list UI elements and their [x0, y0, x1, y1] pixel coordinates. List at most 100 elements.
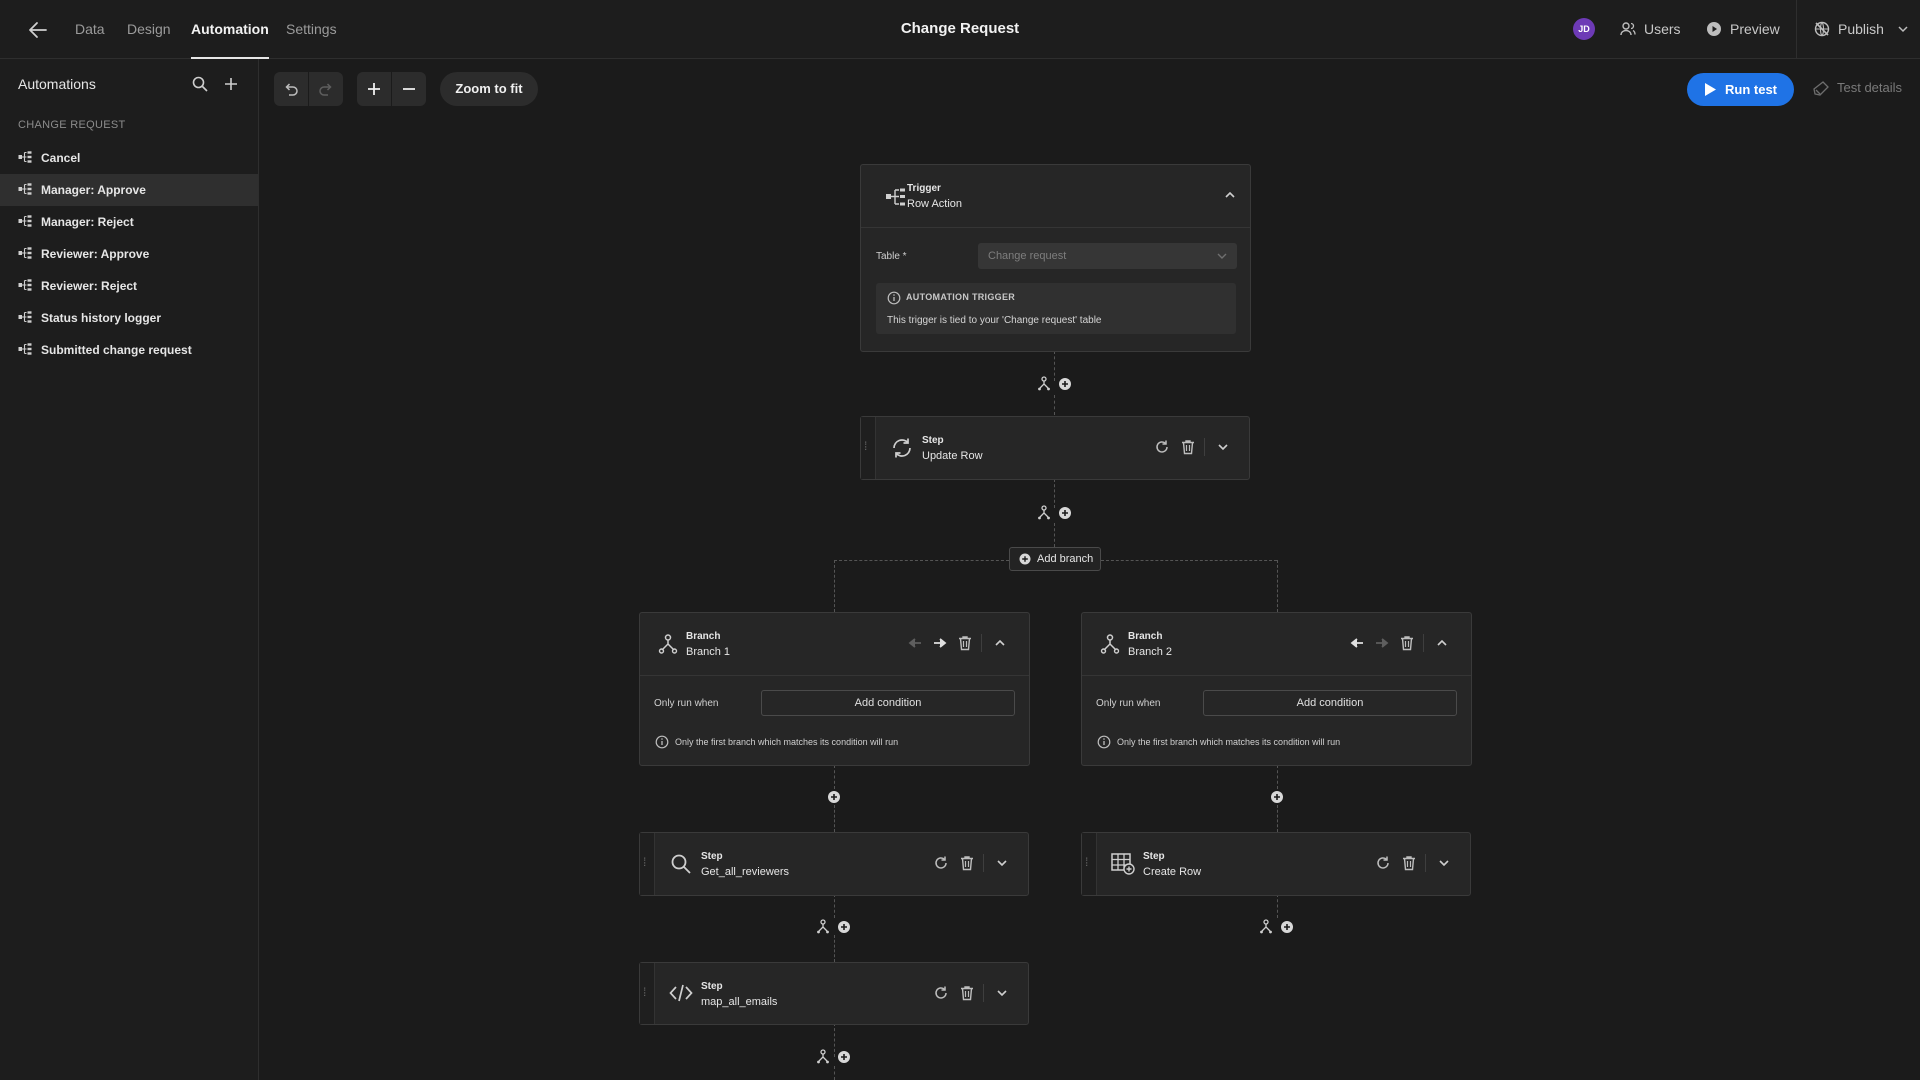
zoom-in-button[interactable] [357, 72, 391, 106]
step-card-map-all-emails[interactable]: Step map_all_emails [639, 962, 1029, 1025]
rerun-step-button[interactable] [1153, 438, 1171, 456]
delete-branch-button[interactable] [956, 634, 974, 652]
delete-branch-button[interactable] [1398, 634, 1416, 652]
preview-button[interactable]: Preview [1706, 18, 1796, 40]
sidebar-item-manager-reject[interactable]: Manager: Reject [0, 206, 258, 238]
tab-design[interactable]: Design [127, 0, 171, 58]
delete-step-button[interactable] [1179, 438, 1197, 456]
rotate-icon [1377, 856, 1389, 869]
branch-card-header[interactable]: Branch Branch 2 [1082, 613, 1471, 675]
sidebar-item-cancel[interactable]: Cancel [0, 142, 258, 174]
card-divider [861, 227, 1250, 228]
tab-settings[interactable]: Settings [286, 0, 337, 58]
branch-icon [817, 919, 829, 934]
add-condition-button[interactable]: Add condition [1203, 690, 1457, 716]
users-label: Users [1644, 21, 1681, 37]
connector-line [1054, 395, 1055, 415]
move-right-button[interactable] [1373, 634, 1391, 652]
only-run-when-label: Only run when [654, 698, 719, 709]
connector-line [1277, 894, 1278, 918]
connector-line [1054, 523, 1055, 547]
delete-step-button[interactable] [1400, 854, 1418, 872]
delete-step-button[interactable] [958, 984, 976, 1002]
sidebar-item-reviewer-approve[interactable]: Reviewer: Approve [0, 238, 258, 270]
table-select[interactable]: Change request [978, 243, 1237, 269]
add-step-button[interactable] [835, 1048, 853, 1066]
expand-button[interactable] [993, 854, 1011, 872]
tab-automation[interactable]: Automation [191, 0, 269, 59]
zoom-to-fit-button[interactable]: Zoom to fit [440, 72, 538, 106]
connector-line [834, 1066, 835, 1080]
collapse-button[interactable] [1433, 634, 1451, 652]
publish-label: Publish [1838, 21, 1884, 37]
branch-icon [1038, 376, 1050, 391]
plus-circle-icon [1281, 921, 1293, 933]
branch-card-header[interactable]: Branch Branch 1 [640, 613, 1029, 675]
rerun-step-button[interactable] [932, 854, 950, 872]
trigger-card-header[interactable]: Trigger Row Action [861, 165, 1250, 227]
add-step-button[interactable] [826, 789, 842, 805]
sidebar-item-manager-approve[interactable]: Manager: Approve [0, 174, 258, 206]
rerun-step-button[interactable] [932, 984, 950, 1002]
zoom-out-button[interactable] [392, 72, 426, 106]
sidebar-item-label: Submitted change request [41, 343, 192, 357]
collapse-button[interactable] [991, 634, 1009, 652]
sidebar-item-status-history-logger[interactable]: Status history logger [0, 302, 258, 334]
expand-button[interactable] [1435, 854, 1453, 872]
move-right-button[interactable] [931, 634, 949, 652]
branch-note: Only the first branch which matches its … [675, 737, 899, 747]
tab-data[interactable]: Data [75, 0, 105, 58]
delete-step-button[interactable] [958, 854, 976, 872]
add-branch-node-button[interactable] [1035, 504, 1053, 522]
undo-button[interactable] [274, 72, 308, 106]
add-step-button[interactable] [1056, 504, 1074, 522]
add-branch-node-button[interactable] [814, 918, 832, 936]
branch-icon [1100, 634, 1120, 654]
node-controls [814, 918, 854, 936]
node-controls [1035, 504, 1075, 522]
history-controls [274, 72, 343, 106]
step-card-get-all-reviewers[interactable]: Step Get_all_reviewers [639, 832, 1029, 896]
redo-button[interactable] [309, 72, 343, 106]
add-branch-node-button[interactable] [1035, 375, 1053, 393]
sidebar-item-reviewer-reject[interactable]: Reviewer: Reject [0, 270, 258, 302]
collapse-button[interactable] [1221, 186, 1239, 204]
connector-line [834, 765, 835, 789]
search-button[interactable] [191, 75, 209, 93]
add-step-button[interactable] [835, 918, 853, 936]
avatar[interactable]: JD [1573, 18, 1595, 40]
add-branch-button[interactable]: Add branch [1009, 547, 1101, 571]
drag-handle[interactable] [861, 417, 876, 479]
expand-button[interactable] [1214, 438, 1232, 456]
run-test-button[interactable]: Run test [1687, 73, 1794, 106]
plus-circle-icon [1059, 507, 1071, 519]
move-left-button[interactable] [906, 634, 924, 652]
add-step-button[interactable] [1056, 375, 1074, 393]
drag-handle[interactable] [640, 833, 655, 895]
add-automation-button[interactable] [222, 75, 240, 93]
publish-button[interactable]: Publish [1814, 18, 1914, 40]
back-button[interactable] [26, 18, 50, 42]
header-divider [981, 634, 982, 652]
add-branch-node-button[interactable] [1257, 918, 1275, 936]
plus-circle-icon [1059, 378, 1071, 390]
users-button[interactable]: Users [1620, 18, 1700, 40]
rerun-step-button[interactable] [1374, 854, 1392, 872]
drag-handle[interactable] [640, 963, 655, 1024]
step-card-create-row[interactable]: Step Create Row [1081, 832, 1471, 896]
step-card-update-row[interactable]: Step Update Row [860, 416, 1250, 480]
plus-circle-icon [838, 921, 850, 933]
add-condition-button[interactable]: Add condition [761, 690, 1015, 716]
move-left-button[interactable] [1348, 634, 1366, 652]
branch-icon [817, 1049, 829, 1064]
trash-icon [1401, 636, 1413, 651]
add-step-button[interactable] [1269, 789, 1285, 805]
expand-button[interactable] [993, 984, 1011, 1002]
card-name: Create Row [1143, 866, 1202, 878]
drag-handle[interactable] [1082, 833, 1097, 895]
add-step-button[interactable] [1278, 918, 1296, 936]
add-branch-node-button[interactable] [814, 1048, 832, 1066]
sidebar-item-submitted-change-request[interactable]: Submitted change request [0, 334, 258, 366]
sidebar-item-label: Manager: Approve [41, 183, 146, 197]
card-kind: Step [701, 851, 723, 862]
